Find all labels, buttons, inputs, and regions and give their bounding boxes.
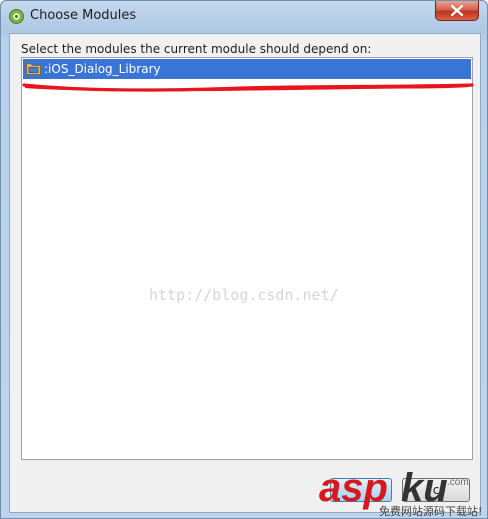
modules-list[interactable]: :iOS_Dialog_Library http://blog.csdn.net… [21, 57, 474, 460]
red-annotation-underline [22, 83, 474, 92]
title-bar[interactable]: Choose Modules [1, 1, 487, 33]
module-folder-icon [26, 62, 41, 78]
svg-text:.com: .com [447, 477, 469, 488]
aspku-logo: asp ku .com 免费网站源码下载站! [319, 466, 482, 518]
close-button[interactable] [435, 1, 479, 21]
dialog-content: Select the modules the current module sh… [9, 33, 481, 513]
svg-text:asp: asp [319, 466, 388, 510]
list-item-module[interactable]: :iOS_Dialog_Library [23, 59, 471, 79]
close-icon [451, 5, 463, 16]
module-name: :iOS_Dialog_Library [44, 62, 161, 76]
prompt-label: Select the modules the current module sh… [21, 42, 372, 56]
svg-text:ku: ku [401, 466, 448, 510]
choose-modules-dialog: Choose Modules Select the modules the cu… [0, 0, 488, 519]
window-title: Choose Modules [30, 8, 137, 23]
android-studio-icon [9, 9, 24, 24]
watermark-text: http://blog.csdn.net/ [149, 286, 339, 304]
svg-text:免费网站源码下载站!: 免费网站源码下载站! [379, 504, 482, 518]
